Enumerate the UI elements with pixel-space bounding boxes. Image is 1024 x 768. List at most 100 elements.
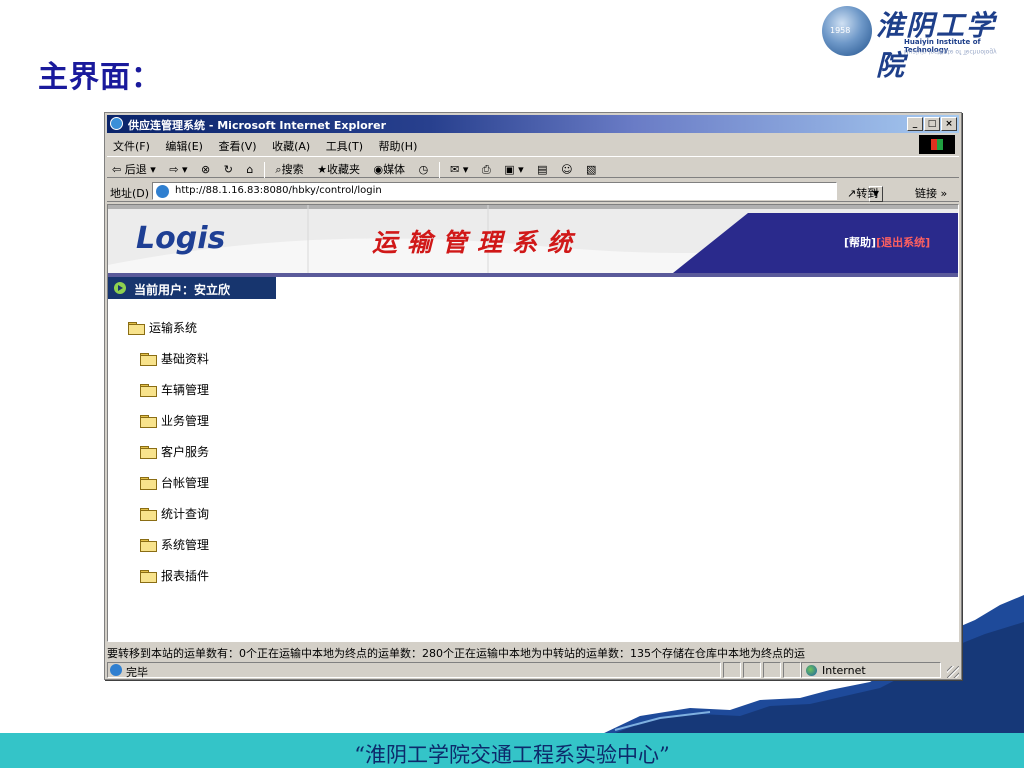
favorites-button[interactable]: ★收藏夹: [312, 157, 365, 177]
menu-favorites[interactable]: 收藏(A): [266, 135, 316, 154]
folder-icon: [128, 322, 145, 335]
page-content: Logis 运输管理系统 [帮助][退出系统] 当前用户：安立欣 运输系统 基础…: [107, 204, 959, 642]
tree-item-label: 车辆管理: [161, 383, 210, 397]
back-button[interactable]: ⇦ 后退 ▾: [107, 157, 161, 177]
refresh-icon[interactable]: ↻: [219, 159, 238, 176]
folder-icon: [140, 570, 157, 583]
extra-tool-icon[interactable]: ▧: [581, 159, 601, 176]
tree-item-system-mgmt[interactable]: 系统管理: [140, 536, 209, 554]
footer-caption: “淮阴工学院交通工程系实验中心”: [354, 743, 670, 767]
tree-item-label: 基础资料: [161, 352, 210, 366]
browser-status-bar: 完毕 Internet: [107, 662, 959, 679]
folder-icon: [140, 353, 157, 366]
tree-item-basic-data[interactable]: 基础资料: [140, 350, 209, 368]
window-titlebar[interactable]: 供应连管理系统 - Microsoft Internet Explorer _ …: [107, 115, 959, 133]
folder-icon: [140, 539, 157, 552]
status-done: 完毕: [107, 662, 721, 679]
go-button[interactable]: ↗转到: [847, 185, 878, 201]
logo-year: 1958: [830, 26, 851, 35]
windows-logo-icon: [919, 135, 955, 154]
status-cell: [723, 662, 741, 678]
tree-item-label: 系统管理: [161, 538, 210, 552]
status-cell: [763, 662, 781, 678]
tree-item-business-mgmt[interactable]: 业务管理: [140, 412, 209, 430]
tree-item-label: 业务管理: [161, 414, 210, 428]
close-button[interactable]: ×: [941, 117, 957, 131]
app-logo: Logis: [136, 221, 226, 256]
status-done-label: 完毕: [126, 666, 148, 679]
minimize-button[interactable]: _: [907, 117, 923, 131]
search-label: 搜索: [281, 163, 304, 176]
folder-icon: [140, 415, 157, 428]
app-system-title: 运输管理系统: [372, 228, 583, 257]
institute-logo: 1958 淮阴工学院 Huaiyin Institute of Technolo…: [818, 2, 1024, 82]
slide-title: 主界面：: [38, 60, 162, 95]
arrow-right-icon: [114, 282, 126, 294]
tree-item-report-plugin[interactable]: 报表插件: [140, 567, 209, 585]
discuss-icon[interactable]: ▤: [532, 159, 552, 176]
messenger-icon[interactable]: ☺: [556, 159, 577, 176]
forward-button[interactable]: ⇨ ▾: [164, 159, 192, 176]
media-label: 媒体: [383, 163, 406, 176]
go-label: 转到: [856, 187, 879, 200]
address-input[interactable]: http://88.1.16.83:8080/hbky/control/logi…: [152, 182, 883, 202]
folder-icon: [140, 446, 157, 459]
page-icon: [156, 185, 169, 198]
menu-edit[interactable]: 编辑(E): [159, 135, 209, 154]
tree-item-label: 台帐管理: [161, 476, 210, 490]
menu-view[interactable]: 查看(V): [212, 135, 262, 154]
window-title: 供应连管理系统 - Microsoft Internet Explorer: [128, 119, 386, 132]
menu-bar: 文件(F) 编辑(E) 查看(V) 收藏(A) 工具(T) 帮助(H): [107, 135, 959, 154]
mail-icon[interactable]: ✉ ▾: [445, 159, 473, 176]
security-zone: Internet: [801, 662, 941, 678]
browser-window: 供应连管理系统 - Microsoft Internet Explorer _ …: [104, 112, 962, 680]
folder-icon: [140, 508, 157, 521]
media-button[interactable]: ◉媒体: [368, 157, 410, 177]
home-icon[interactable]: ⌂: [241, 159, 258, 176]
tree-item-statistics-query[interactable]: 统计查询: [140, 505, 209, 523]
tree-root-transport[interactable]: 运输系统: [128, 319, 197, 337]
status-cell: [783, 662, 801, 678]
ie-app-icon: [110, 117, 123, 130]
links-button[interactable]: 链接 »: [915, 185, 947, 201]
page-done-icon: [110, 664, 122, 676]
search-button[interactable]: ⌕搜索: [270, 157, 308, 177]
menu-file[interactable]: 文件(F): [107, 135, 156, 154]
tree-item-customer-service[interactable]: 客户服务: [140, 443, 209, 461]
logo-emblem-icon: 1958: [822, 6, 872, 56]
menu-help[interactable]: 帮助(H): [373, 135, 424, 154]
resize-grip-icon[interactable]: [947, 666, 959, 678]
logo-english-reflection: Huaiyin Institute of Technology: [904, 48, 997, 55]
app-header: Logis 运输管理系统 [帮助][退出系统]: [108, 205, 958, 277]
waybill-marquee: 要转移到本站的运单数有：0个正在运输中本地为终点的运单数：280个正在运输中本地…: [107, 647, 805, 660]
page-status-strip: 要转移到本站的运单数有：0个正在运输中本地为终点的运单数：280个正在运输中本地…: [107, 644, 959, 660]
standard-toolbar: ⇦ 后退 ▾ ⇨ ▾ ⊗ ↻ ⌂ ⌕搜索 ★收藏夹 ◉媒体 ◷ ✉ ▾ ⎙ ▣ …: [107, 156, 959, 178]
address-label: 地址(D): [110, 187, 150, 200]
footer-bar: “淮阴工学院交通工程系实验中心”: [0, 733, 1024, 768]
menu-tools[interactable]: 工具(T): [320, 135, 369, 154]
media-icon: ◉: [373, 163, 384, 176]
zone-label: Internet: [822, 664, 866, 677]
tree-item-vehicle-mgmt[interactable]: 车辆管理: [140, 381, 209, 399]
globe-icon: [806, 665, 817, 676]
address-url: http://88.1.16.83:8080/hbky/control/logi…: [175, 185, 382, 196]
stop-icon[interactable]: ⊗: [196, 159, 215, 176]
edit-icon[interactable]: ▣ ▾: [499, 159, 528, 176]
logout-link[interactable]: [退出系统]: [876, 236, 930, 249]
tree-item-label: 客户服务: [161, 445, 210, 459]
print-icon[interactable]: ⎙: [477, 159, 496, 177]
maximize-button[interactable]: □: [924, 117, 940, 131]
folder-icon: [140, 384, 157, 397]
tree-item-label: 统计查询: [161, 507, 210, 521]
go-arrow-icon: ↗: [847, 187, 857, 200]
header-links: [帮助][退出系统]: [844, 234, 930, 250]
tree-item-label: 报表插件: [161, 569, 210, 583]
current-user-bar: 当前用户：安立欣: [108, 277, 276, 299]
favorites-label: 收藏夹: [326, 163, 360, 176]
tree-root-label: 运输系统: [149, 321, 198, 335]
status-cell: [743, 662, 761, 678]
folder-icon: [140, 477, 157, 490]
help-link[interactable]: [帮助]: [844, 236, 876, 249]
tree-item-ledger-mgmt[interactable]: 台帐管理: [140, 474, 209, 492]
history-icon[interactable]: ◷: [414, 159, 434, 176]
